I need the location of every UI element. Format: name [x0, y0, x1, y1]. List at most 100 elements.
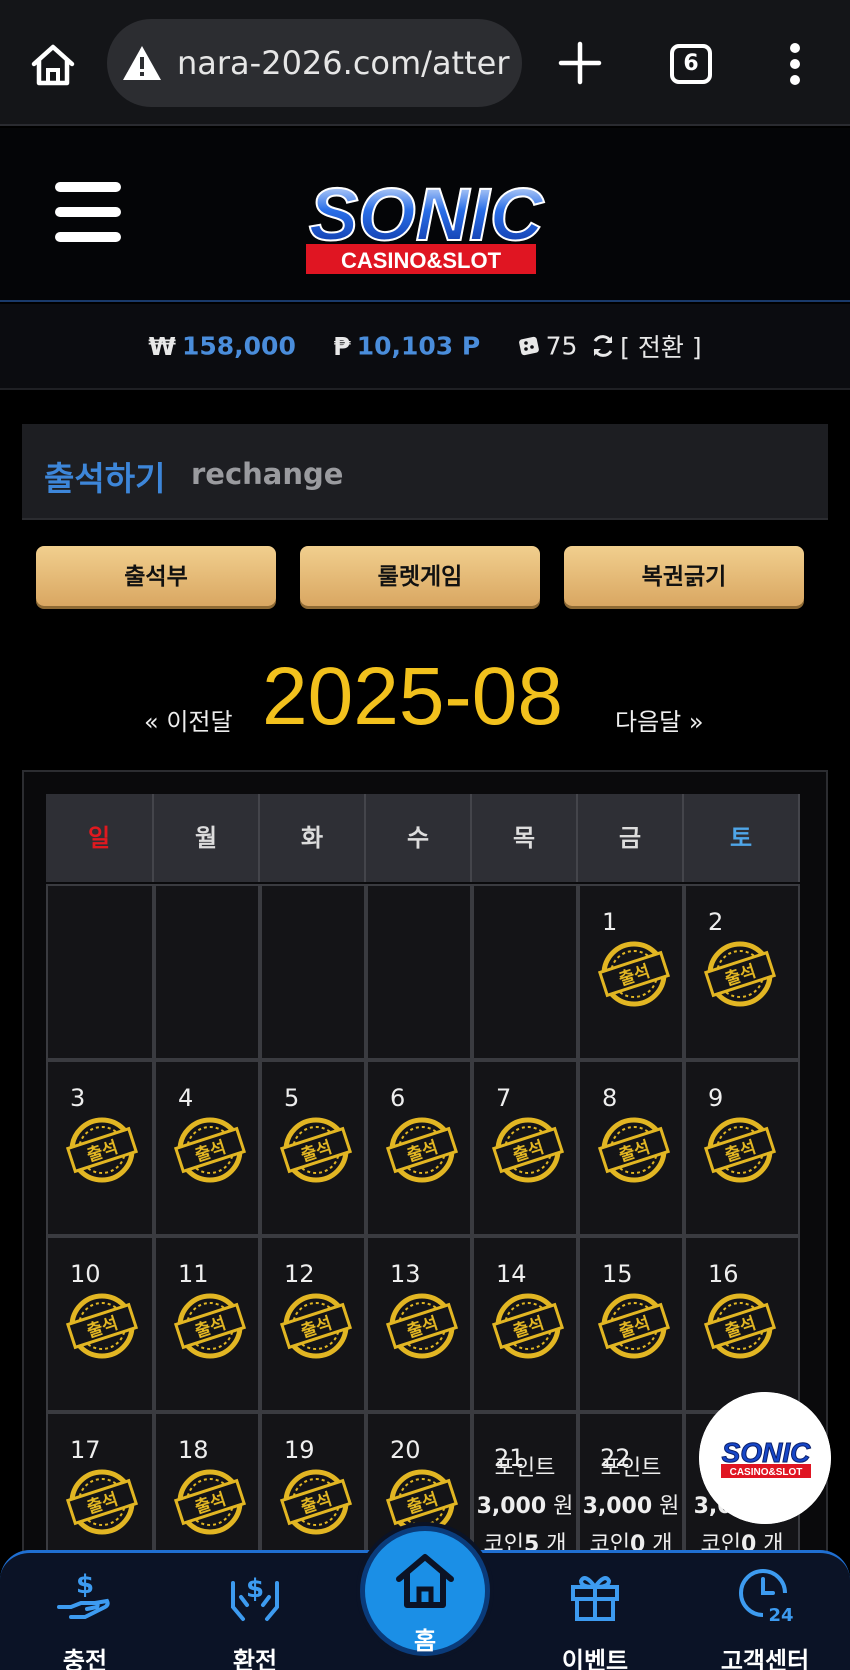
calendar-day: 6 출석	[366, 1060, 472, 1236]
day-number: 19	[284, 1436, 315, 1464]
more-menu-icon[interactable]	[785, 42, 805, 86]
calendar-day: 7 출석	[472, 1060, 578, 1236]
day-number: 2	[708, 908, 724, 936]
day-number: 20	[390, 1436, 421, 1464]
calendar-day: 2 출석	[684, 884, 800, 1060]
new-tab-icon[interactable]	[557, 40, 603, 86]
nav-home-label: 홈	[413, 1627, 437, 1655]
url-text: nara-2026.com/atter	[177, 44, 510, 82]
weekday-header: 화	[260, 794, 366, 882]
day-number: 18	[178, 1436, 209, 1464]
browser-toolbar: nara-2026.com/atter 6	[0, 0, 850, 126]
warning-icon	[123, 46, 161, 80]
reward-info: 포인트 3,000 원 코인5 개	[474, 1450, 576, 1564]
floating-logo-button[interactable]: CASINO&SLOT SONIC	[699, 1392, 831, 1524]
floating-logo-text: SONIC	[722, 1437, 811, 1468]
calendar-day: 13 출석	[366, 1236, 472, 1412]
calendar-day: 16 출석	[684, 1236, 800, 1412]
refresh-icon[interactable]	[590, 333, 616, 359]
gift-icon	[571, 1576, 619, 1621]
reward-won: 원	[553, 1494, 574, 1519]
svg-text:24: 24	[768, 1605, 793, 1626]
site-header: CASINO&SLOT SONIC	[0, 128, 850, 302]
calendar-day: 14 출석	[472, 1236, 578, 1412]
weekday-header: 금	[578, 794, 684, 882]
nav-exchange-label: 환전	[232, 1647, 278, 1670]
calendar-day: 9 출석	[684, 1060, 800, 1236]
weekday-header: 목	[472, 794, 578, 882]
day-number: 16	[708, 1260, 739, 1288]
calendar-day: 10 출석	[46, 1236, 154, 1412]
calendar-day: 15 출석	[578, 1236, 684, 1412]
weekday-header: 토	[684, 794, 800, 882]
attendance-stamp-icon: 출석	[66, 1469, 138, 1535]
tab-roulette[interactable]: 룰렛게임	[300, 546, 540, 606]
hands-money-icon: $	[231, 1574, 279, 1621]
coin-count: 75	[545, 331, 578, 361]
home-icon[interactable]	[28, 40, 78, 90]
attendance-stamp-icon: 출석	[280, 1469, 352, 1535]
day-number: 4	[178, 1084, 194, 1112]
reward-amount: 3,000	[582, 1494, 653, 1519]
point-symbol: ₱	[333, 331, 351, 361]
nav-charge-label: 충전	[62, 1647, 108, 1670]
hand-coin-icon: $	[57, 1570, 110, 1619]
tab-count-button[interactable]: 6	[670, 44, 712, 84]
attendance-stamp-icon: 출석	[386, 1117, 458, 1183]
tab-lottery[interactable]: 복권긁기	[564, 546, 804, 606]
day-number: 9	[708, 1084, 724, 1112]
calendar-day: 8 출석	[578, 1060, 684, 1236]
reward-point-label: 포인트	[494, 1456, 556, 1481]
point-balance: 10,103 P	[356, 331, 481, 361]
current-month: 2025-08	[262, 651, 563, 742]
day-number: 8	[602, 1084, 618, 1112]
calendar-empty-cell	[260, 884, 366, 1060]
section-subtitle: rechange	[191, 457, 344, 491]
calendar-day: 4 출석	[154, 1060, 260, 1236]
nav-home[interactable]: 홈	[360, 1526, 490, 1656]
calendar-empty-cell	[472, 884, 578, 1060]
day-number: 10	[70, 1260, 101, 1288]
won-balance: 158,000	[181, 331, 296, 361]
calendar-day: 12 출석	[260, 1236, 366, 1412]
attendance-stamp-icon: 출석	[174, 1117, 246, 1183]
nav-event[interactable]: 이벤트	[525, 1563, 665, 1670]
day-number: 5	[284, 1084, 300, 1112]
day-number: 12	[284, 1260, 315, 1288]
attendance-stamp-icon: 출석	[492, 1293, 564, 1359]
attendance-stamp-icon: 출석	[66, 1293, 138, 1359]
convert-link[interactable]: [ 전환 ]	[620, 333, 701, 362]
section-title: 출석하기	[44, 459, 166, 498]
next-month-link[interactable]: 다음달 »	[615, 702, 704, 737]
attendance-stamp-icon: 출석	[174, 1293, 246, 1359]
hamburger-menu-icon[interactable]	[55, 182, 121, 242]
logo-text: SONIC	[309, 173, 545, 256]
balance-bar: ₩158,000 ₱ 10,103 P 75 [ 전환 ]	[0, 304, 850, 390]
attendance-stamp-icon: 출석	[598, 1293, 670, 1359]
attendance-stamp-icon: 출석	[174, 1469, 246, 1535]
attendance-stamp-icon: 출석	[386, 1293, 458, 1359]
reward-amount: 3,000	[476, 1494, 547, 1519]
attendance-stamp-icon: 출석	[704, 1117, 776, 1183]
coin-ticket-icon	[518, 336, 539, 356]
sonic-logo[interactable]: CASINO&SLOT SONIC	[286, 156, 576, 290]
nav-charge[interactable]: $ 충전	[15, 1563, 155, 1670]
nav-exchange[interactable]: $ 환전	[185, 1563, 325, 1670]
attendance-stamp-icon: 출석	[280, 1117, 352, 1183]
calendar-day: 1 출석	[578, 884, 684, 1060]
reward-point-label: 포인트	[600, 1456, 662, 1481]
calendar-empty-cell	[366, 884, 472, 1060]
day-number: 7	[496, 1084, 512, 1112]
address-bar[interactable]: nara-2026.com/atter	[107, 19, 522, 107]
prev-month-link[interactable]: « 이전달	[144, 702, 233, 737]
day-number: 3	[70, 1084, 86, 1112]
day-number: 14	[496, 1260, 527, 1288]
reward-info: 포인트3,000 원코인0 개	[580, 1450, 682, 1564]
svg-text:$: $	[246, 1574, 264, 1604]
nav-support[interactable]: 24 고객센터	[695, 1563, 835, 1670]
calendar-empty-cell	[46, 884, 154, 1060]
attendance-stamp-icon: 출석	[598, 1117, 670, 1183]
reward-won: 원	[659, 1494, 680, 1519]
floating-logo-subtext: CASINO&SLOT	[730, 1467, 803, 1478]
tab-attendance[interactable]: 출석부	[36, 546, 276, 606]
